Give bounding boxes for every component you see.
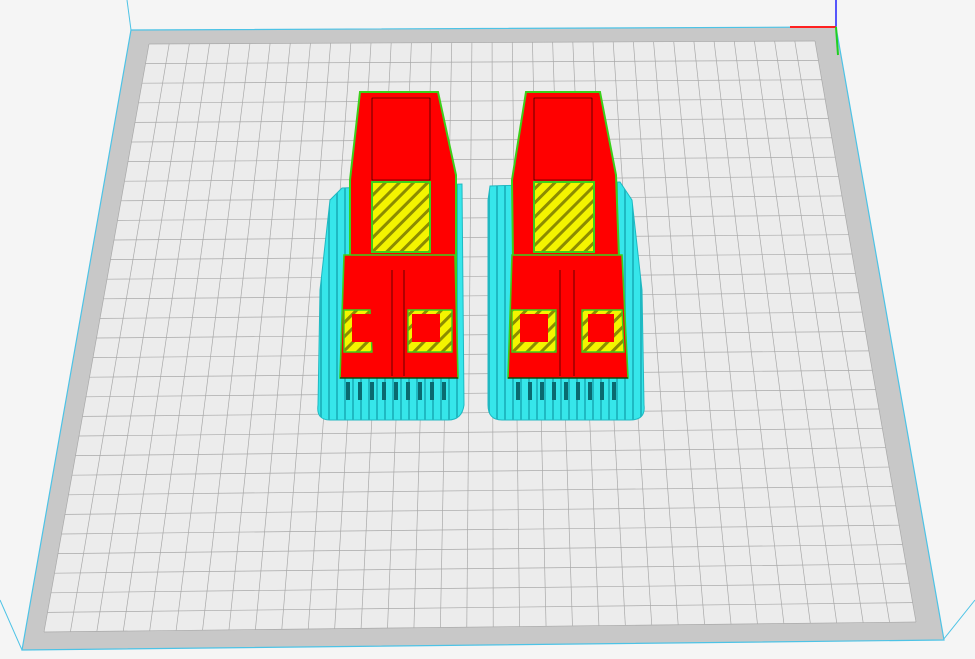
support-comb-left [346,382,446,400]
layer-view-viewport[interactable] [0,0,975,659]
build-volume-edge-left [126,0,132,31]
build-plate-surface [44,41,916,632]
wall-front-left-slot-b [412,314,440,342]
support-comb-right [516,382,616,400]
wall-front-right-slot-a [520,314,548,342]
infill-right-upper [533,181,595,253]
build-volume-edge-bottom-left [0,599,23,651]
scene-canvas[interactable] [0,0,975,659]
wall-back-right-top [533,97,593,181]
wall-front-left-slot-a [352,314,378,342]
build-volume-edge-bottom-right [942,599,975,641]
wall-front-right-slot-b [588,314,614,342]
wall-back-left-top [371,97,431,181]
infill-left-upper [371,181,431,253]
